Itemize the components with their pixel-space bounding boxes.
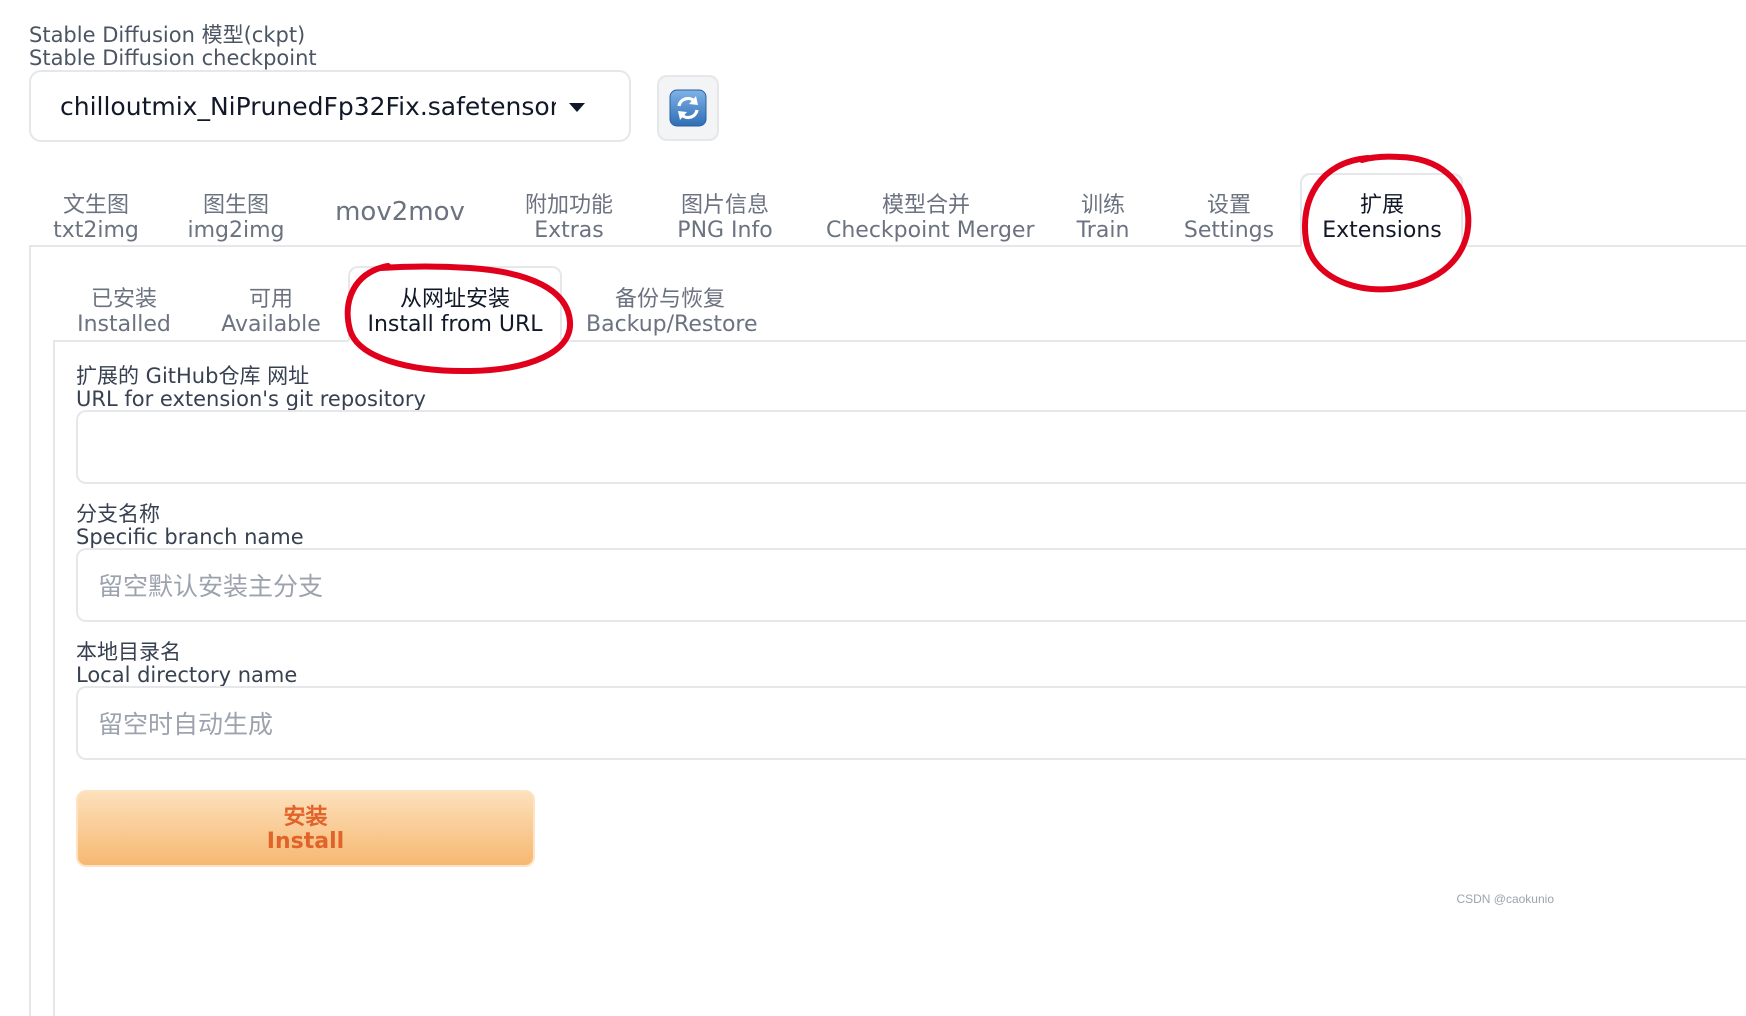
tab-extensions-zh: 扩展 [1359, 193, 1404, 218]
subtab-backup-restore-en: Backup/Restore [586, 312, 758, 337]
git-url-input[interactable] [76, 410, 1746, 484]
tab-settings-en: Settings [1183, 218, 1275, 243]
subtab-backup-restore-zh: 备份与恢复 [614, 287, 725, 312]
refresh-icon [669, 89, 707, 127]
local-directory-input[interactable]: 留空时自动生成 [76, 686, 1746, 760]
tab-train[interactable]: 训练 Train [1068, 193, 1138, 243]
dir-label-zh: 本地目录名 [76, 640, 181, 664]
tab-png-info-en: PNG Info [677, 218, 773, 243]
tab-checkpoint-merger[interactable]: 模型合并 Checkpoint Merger [826, 193, 1035, 243]
subtab-install-from-url[interactable]: 从网址安装 Install from URL [365, 287, 545, 337]
url-label-zh: 扩展的 GitHub仓库 网址 [76, 364, 310, 388]
tab-png-info[interactable]: 图片信息 PNG Info [670, 193, 780, 243]
tab-txt2img-en: txt2img [53, 218, 139, 243]
checkpoint-label: Stable Diffusion 模型(ckpt) Stable Diffusi… [29, 24, 317, 70]
tab-settings-zh: 设置 [1206, 193, 1251, 218]
tab-train-zh: 训练 [1080, 193, 1125, 218]
checkpoint-dropdown[interactable]: chilloutmix_NiPrunedFp32Fix.safetensors … [29, 70, 631, 142]
tab-txt2img[interactable]: 文生图 txt2img [49, 193, 143, 243]
tab-checkpoint-merger-zh: 模型合并 [881, 193, 970, 218]
tab-img2img-en: img2img [187, 218, 285, 243]
branch-label-en: Specific branch name [76, 525, 304, 549]
subtab-install-from-url-zh: 从网址安装 [399, 287, 510, 312]
install-button[interactable]: 安装 Install [76, 790, 535, 867]
checkpoint-label-zh: Stable Diffusion 模型(ckpt) [29, 23, 306, 47]
tab-extensions-en: Extensions [1322, 218, 1442, 243]
url-field-label: 扩展的 GitHub仓库 网址 URL for extension's git … [76, 365, 426, 411]
branch-input[interactable]: 留空默认安装主分支 [76, 548, 1746, 622]
tab-mov2mov-label: mov2mov [335, 197, 465, 227]
tab-extras-zh: 附加功能 [524, 193, 613, 218]
tab-active-gap [1302, 244, 1461, 248]
tab-png-info-zh: 图片信息 [680, 193, 769, 218]
subtab-installed-en: Installed [77, 312, 171, 337]
install-label-zh: 安装 [283, 805, 328, 830]
subtab-backup-restore[interactable]: 备份与恢复 Backup/Restore [586, 287, 758, 337]
dir-field-label: 本地目录名 Local directory name [76, 641, 297, 687]
refresh-button[interactable] [657, 75, 719, 141]
tab-extras[interactable]: 附加功能 Extras [514, 193, 624, 243]
checkpoint-value: chilloutmix_NiPrunedFp32Fix.safetensors … [60, 91, 556, 121]
url-label-en: URL for extension's git repository [76, 387, 426, 411]
subtab-available[interactable]: 可用 Available [219, 287, 323, 337]
subtab-installed-zh: 已安装 [90, 287, 157, 312]
subtab-install-from-url-en: Install from URL [367, 312, 543, 337]
tab-img2img-zh: 图生图 [202, 193, 269, 218]
tab-mov2mov[interactable]: mov2mov [335, 197, 465, 227]
chevron-down-icon [569, 103, 585, 112]
install-label-en: Install [266, 829, 345, 854]
watermark: CSDN @caokunio [1456, 892, 1554, 906]
branch-field-label: 分支名称 Specific branch name [76, 503, 304, 549]
checkpoint-label-en: Stable Diffusion checkpoint [29, 46, 317, 70]
dir-placeholder: 留空时自动生成 [98, 710, 274, 739]
tab-img2img[interactable]: 图生图 img2img [186, 193, 286, 243]
subtab-installed[interactable]: 已安装 Installed [73, 287, 175, 337]
dir-label-en: Local directory name [76, 663, 298, 687]
subtab-available-en: Available [221, 312, 321, 337]
subtab-available-zh: 可用 [248, 287, 293, 312]
tab-settings[interactable]: 设置 Settings [1183, 193, 1275, 243]
tab-divider [29, 245, 1746, 247]
tab-extensions[interactable]: 扩展 Extensions [1316, 193, 1448, 243]
tab-txt2img-zh: 文生图 [62, 193, 129, 218]
tab-checkpoint-merger-en: Checkpoint Merger [826, 218, 1035, 243]
tab-train-en: Train [1076, 218, 1130, 243]
tab-extras-en: Extras [534, 218, 604, 243]
branch-label-zh: 分支名称 [76, 502, 160, 526]
branch-placeholder: 留空默认安装主分支 [98, 572, 324, 601]
